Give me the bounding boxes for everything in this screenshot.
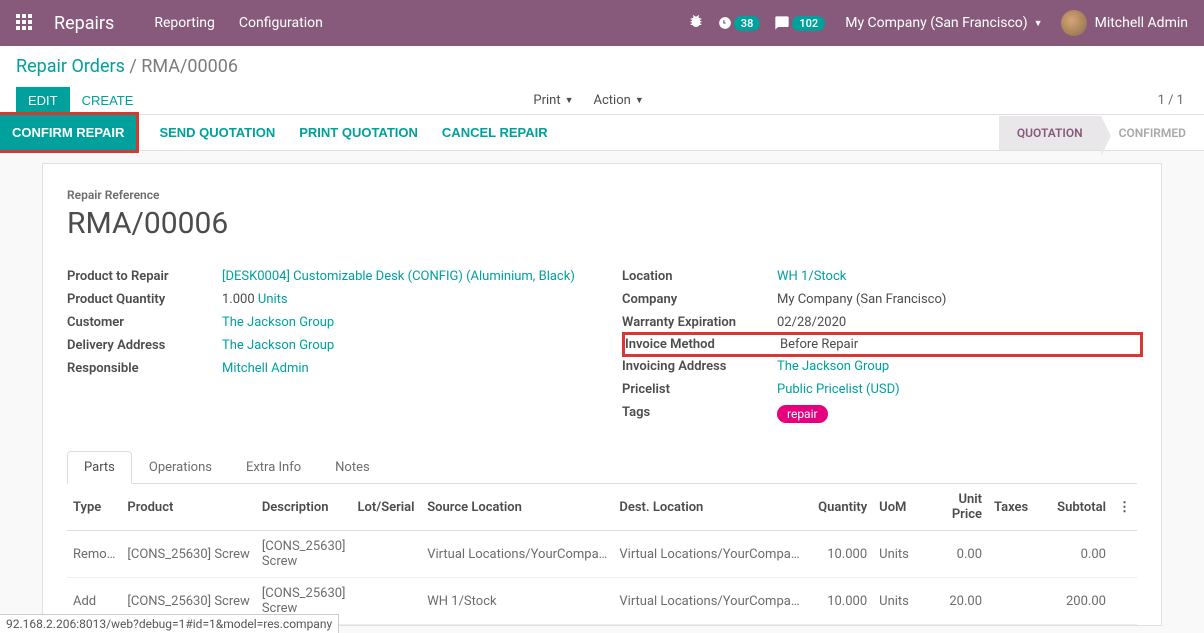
debug-icon[interactable] [688,13,704,33]
breadcrumb-root[interactable]: Repair Orders [16,56,125,77]
tab-operations[interactable]: Operations [132,451,229,483]
breadcrumb: Repair Orders / RMA/00006 [16,56,1188,77]
label-warranty: Warranty Expiration [622,315,777,330]
value-location[interactable]: WH 1/Stock [777,269,1137,284]
user-name: Mitchell Admin [1095,15,1188,31]
uom-link[interactable]: Units [258,292,288,307]
nav-reporting[interactable]: Reporting [154,15,215,31]
stage-quotation[interactable]: QUOTATION [999,116,1101,150]
form-sheet: Repair Reference RMA/00006 Product to Re… [42,163,1162,626]
chevron-down-icon: ▼ [565,95,574,106]
th-type[interactable]: Type [67,484,121,531]
value-invoice-method: Before Repair [780,337,1134,352]
action-dropdown[interactable]: Action▼ [586,87,652,114]
nav-configuration[interactable]: Configuration [239,15,323,31]
tab-notes[interactable]: Notes [318,451,387,483]
th-source[interactable]: Source Location [421,484,613,531]
confirm-repair-button[interactable]: CONFIRM REPAIR [0,112,139,153]
edit-button[interactable]: EDIT [16,87,70,114]
table-row[interactable]: Remo… [CONS_25630] Screw [CONS_25630] Sc… [67,531,1137,578]
value-responsible[interactable]: Mitchell Admin [222,361,582,376]
systray: 38 102 [688,13,825,33]
tag-repair[interactable]: repair [777,405,828,423]
value-delivery-address[interactable]: The Jackson Group [222,338,582,353]
reference-label: Repair Reference [67,188,1137,202]
label-pricelist: Pricelist [622,382,777,397]
label-responsible: Responsible [67,361,222,376]
value-company: My Company (San Francisco) [777,292,1137,307]
label-invoice-method: Invoice Method [625,337,780,352]
browser-statusbar: 92.168.2.206:8013/web?debug=1#id=1&model… [0,614,339,633]
label-product-quantity: Product Quantity [67,292,222,307]
app-title: Repairs [54,13,114,34]
messaging-badge: 102 [792,16,825,31]
control-panel: Repair Orders / RMA/00006 EDIT CREATE Pr… [0,46,1204,114]
th-lot[interactable]: Lot/Serial [352,484,422,531]
label-location: Location [622,269,777,284]
create-button[interactable]: CREATE [70,87,146,114]
th-dest[interactable]: Dest. Location [613,484,805,531]
user-menu[interactable]: Mitchell Admin [1061,10,1188,36]
activity-icon[interactable]: 38 [718,16,761,31]
avatar [1061,10,1087,36]
chevron-down-icon: ▼ [1034,18,1043,29]
print-quotation-button[interactable]: PRINT QUOTATION [287,115,430,150]
th-taxes[interactable]: Taxes [988,484,1041,531]
value-product-to-repair[interactable]: [DESK0004] Customizable Desk (CONFIG) (A… [222,269,582,284]
tab-parts[interactable]: Parts [67,451,132,484]
apps-icon[interactable] [16,14,34,32]
messaging-icon[interactable]: 102 [774,15,825,31]
tab-extra-info[interactable]: Extra Info [229,451,318,483]
company-selector[interactable]: My Company (San Francisco)▼ [845,15,1042,31]
chevron-down-icon: ▼ [635,95,644,106]
activity-badge: 38 [734,16,761,31]
th-unit-price[interactable]: Unit Price [921,484,988,531]
label-customer: Customer [67,315,222,330]
pager[interactable]: 1 / 1 [1158,93,1188,108]
cancel-repair-button[interactable]: CANCEL REPAIR [430,115,560,150]
th-description[interactable]: Description [256,484,352,531]
value-tags: repair [777,405,1137,423]
topbar: Repairs Reporting Configuration 38 102 M… [0,0,1204,46]
th-product[interactable]: Product [121,484,255,531]
label-tags: Tags [622,405,777,420]
label-invoicing-address: Invoicing Address [622,359,777,374]
value-customer[interactable]: The Jackson Group [222,315,582,330]
label-company: Company [622,292,777,307]
right-column: LocationWH 1/Stock CompanyMy Company (Sa… [622,265,1137,427]
label-delivery-address: Delivery Address [67,338,222,353]
label-product-to-repair: Product to Repair [67,269,222,284]
reference-value: RMA/00006 [67,206,1137,241]
value-warranty: 02/28/2020 [777,315,1137,330]
send-quotation-button[interactable]: SEND QUOTATION [147,115,287,150]
th-uom[interactable]: UoM [873,484,921,531]
th-quantity[interactable]: Quantity [806,484,874,531]
breadcrumb-current: RMA/00006 [141,56,238,77]
statusbar: CONFIRM REPAIR SEND QUOTATION PRINT QUOT… [0,114,1204,151]
parts-table: Type Product Description Lot/Serial Sour… [67,484,1137,625]
value-pricelist[interactable]: Public Pricelist (USD) [777,382,1137,397]
value-invoicing-address[interactable]: The Jackson Group [777,359,1137,374]
print-dropdown[interactable]: Print▼ [525,87,581,114]
stage-confirmed[interactable]: CONFIRMED [1101,116,1204,150]
value-product-quantity: 1.000 Units [222,292,582,307]
left-column: Product to Repair[DESK0004] Customizable… [67,265,582,427]
th-options-icon[interactable]: ⋮ [1112,484,1137,531]
invoice-method-row: Invoice MethodBefore Repair [622,332,1143,357]
th-subtotal[interactable]: Subtotal [1041,484,1112,531]
tabs: Parts Operations Extra Info Notes [67,451,1137,484]
